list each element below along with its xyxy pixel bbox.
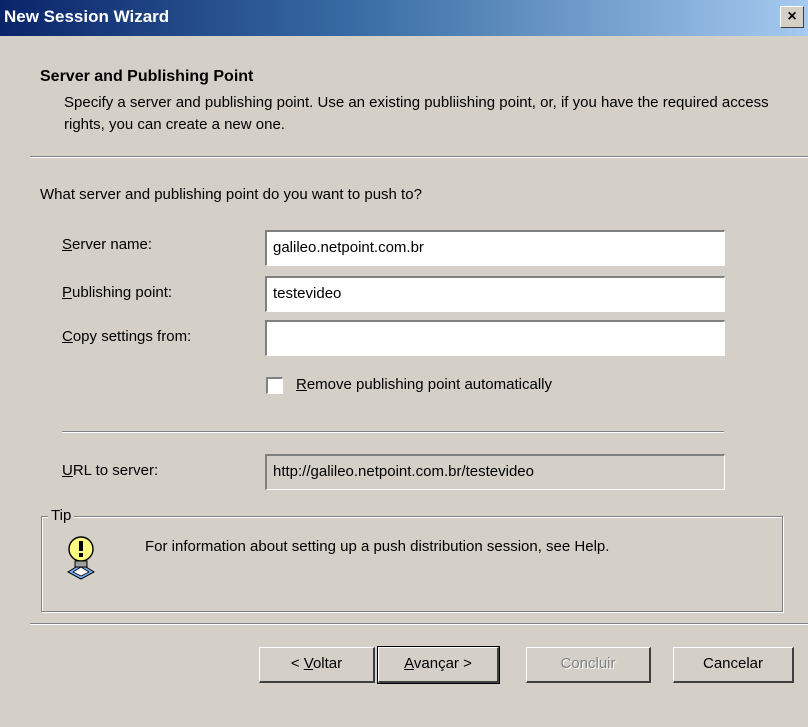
header-description: Specify a server and publishing point. U…: [64, 94, 769, 133]
close-button[interactable]: ×: [780, 6, 804, 28]
cancel-button[interactable]: Cancelar: [673, 647, 794, 683]
header-title: Server and Publishing Point: [40, 68, 254, 85]
publishing-point-input[interactable]: testevideo: [265, 276, 725, 312]
server-name-label: Server name:: [62, 236, 153, 253]
tip-groupbox: [41, 516, 783, 612]
back-button[interactable]: < Voltar: [259, 647, 375, 683]
server-name-input[interactable]: galileo.netpoint.com.br: [265, 230, 725, 266]
copy-settings-input[interactable]: [265, 320, 725, 356]
finish-button[interactable]: Concluir: [526, 647, 651, 683]
url-separator: [62, 431, 724, 433]
header-separator: [30, 156, 808, 158]
tip-legend: Tip: [48, 507, 75, 524]
wizard-header: Server and Publishing Point Specify a se…: [0, 36, 808, 156]
footer-separator: [30, 623, 808, 625]
copy-settings-label: Copy settings from:: [62, 328, 192, 345]
url-field: http://galileo.netpoint.com.br/testevide…: [265, 454, 725, 490]
next-button[interactable]: Avançar >: [377, 646, 500, 684]
publishing-point-label: Publishing point:: [62, 284, 173, 301]
remove-publishing-point-label[interactable]: Remove publishing point automatically: [296, 376, 552, 393]
close-icon: ×: [787, 8, 797, 25]
lightbulb-tip-icon: [64, 534, 98, 584]
question-label: What server and publishing point do you …: [40, 186, 422, 203]
url-label: URL to server:: [62, 462, 159, 479]
tip-text: For information about setting up a push …: [145, 538, 610, 555]
remove-publishing-point-checkbox[interactable]: [266, 377, 283, 394]
title-bar: New Session Wizard ×: [0, 0, 808, 36]
window-title: New Session Wizard: [4, 7, 170, 26]
